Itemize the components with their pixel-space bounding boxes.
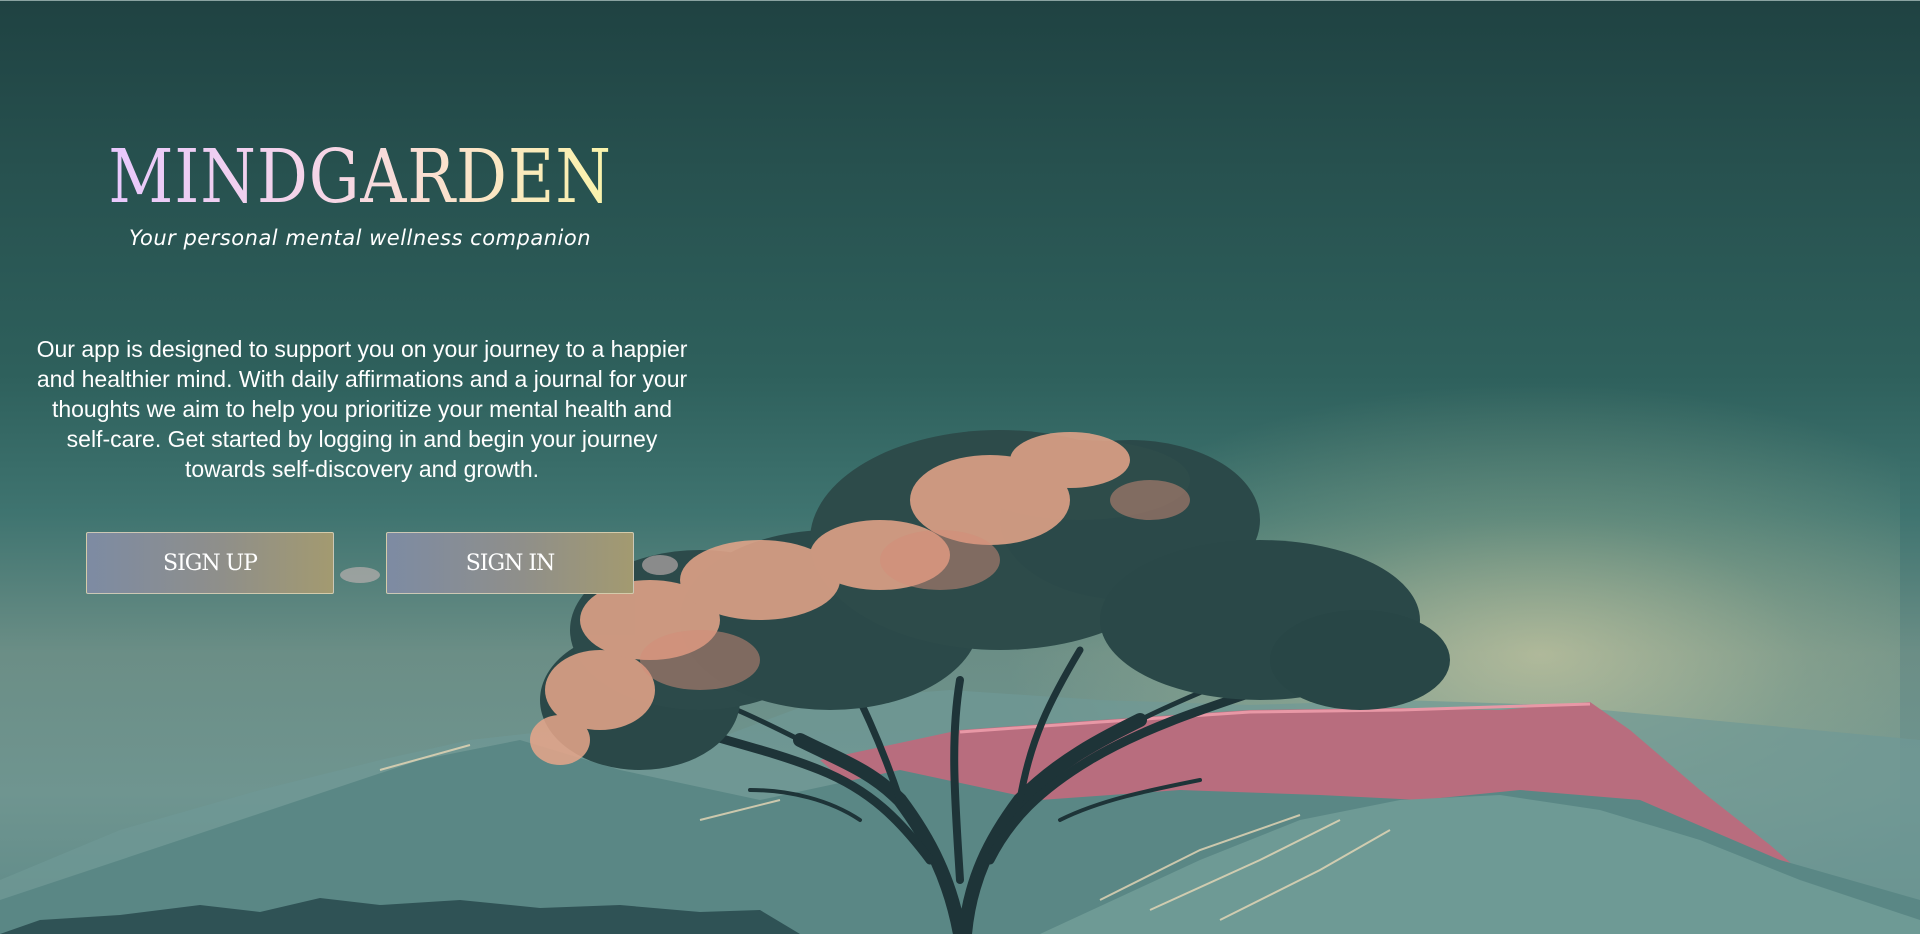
brand-logo: MINDGARDEN [85, 140, 635, 214]
hero: MINDGARDEN Your personal mental wellness… [40, 140, 680, 250]
brand-tagline: Your personal mental wellness companion [128, 226, 592, 250]
sign-in-button[interactable]: SIGN IN [386, 532, 634, 594]
sign-up-button[interactable]: SIGN UP [86, 532, 334, 594]
intro-text: Our app is designed to support you on yo… [36, 336, 688, 482]
